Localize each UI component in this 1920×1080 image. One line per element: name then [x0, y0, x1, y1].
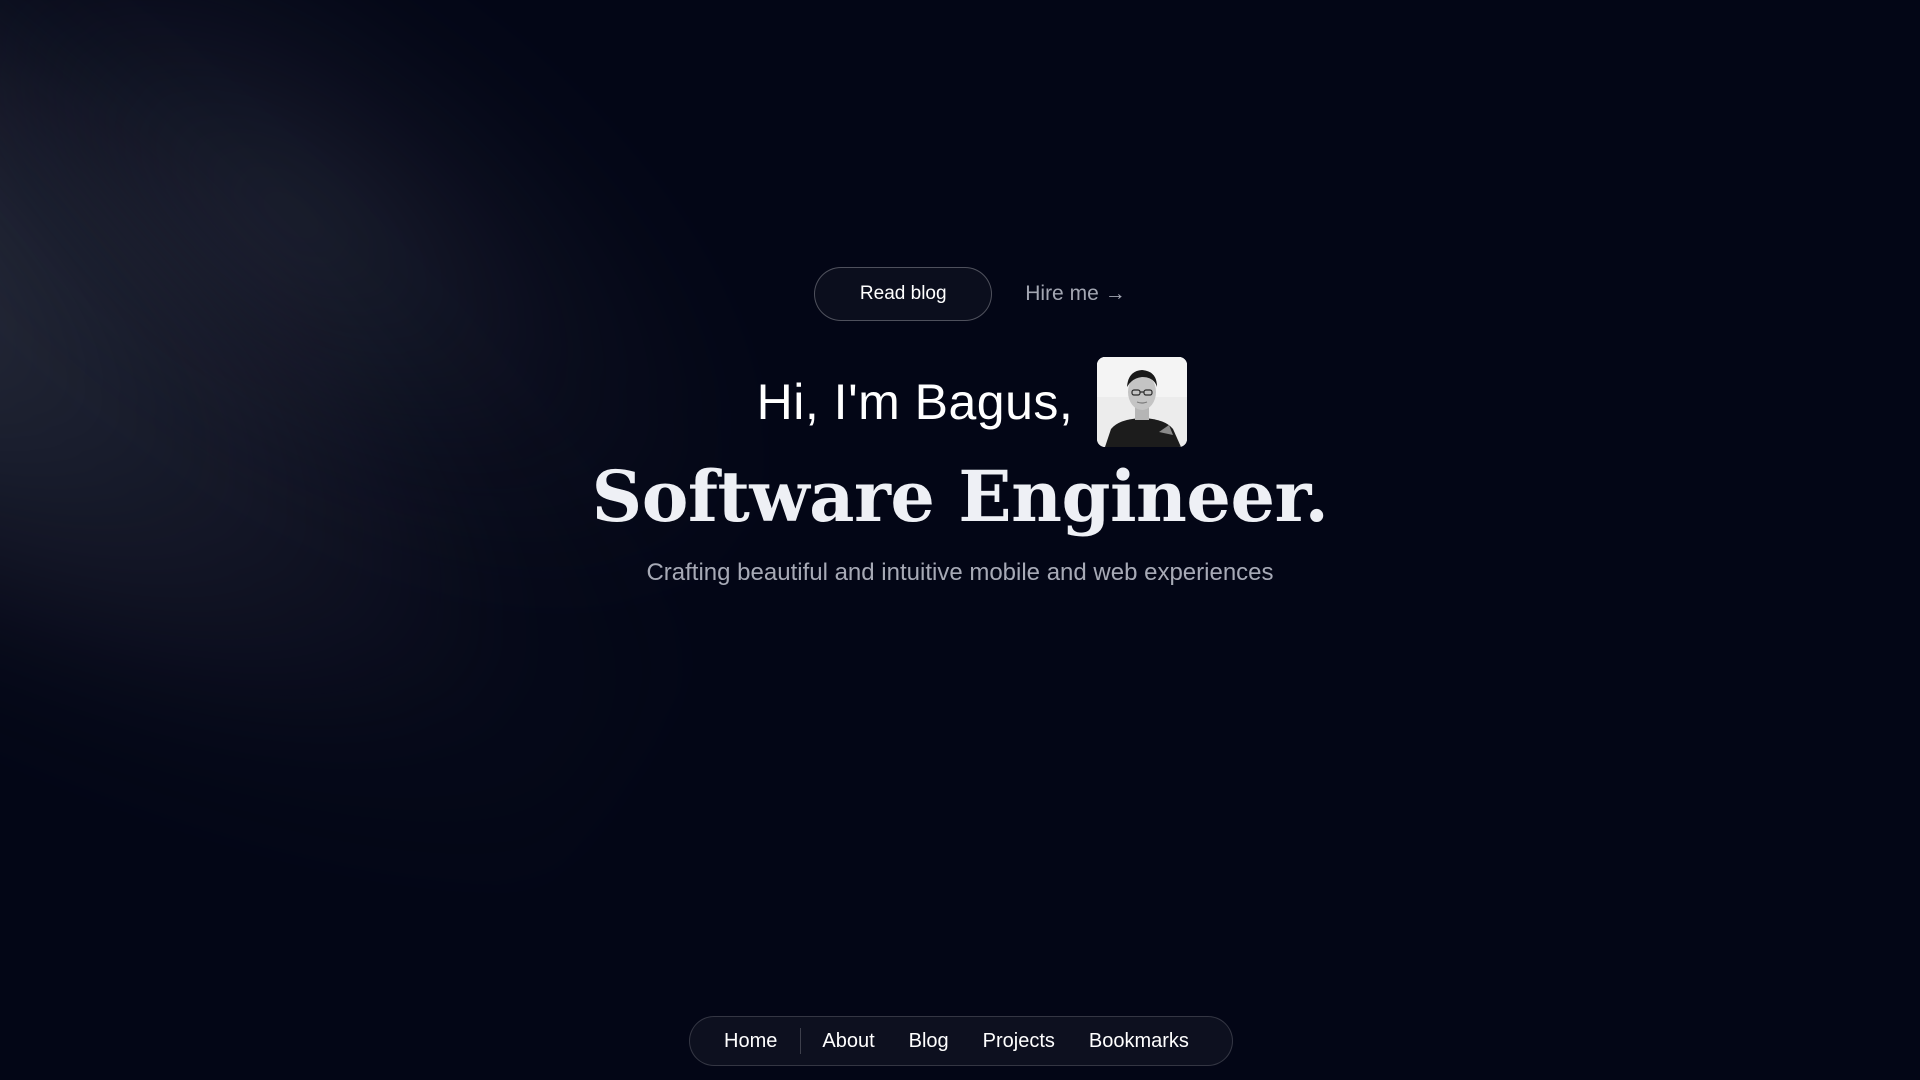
avatar-photo-icon — [1097, 357, 1188, 447]
read-blog-button[interactable]: Read blog — [814, 267, 993, 321]
page: Read blog Hire me → Hi, I'm Bagus, Softw… — [0, 0, 1920, 1080]
read-blog-label: Read blog — [859, 283, 947, 304]
bottom-navigation: Home About Blog Projects Bookmarks — [689, 1016, 1233, 1066]
page-subtitle: Crafting beautiful and intuitive mobile … — [646, 559, 1274, 586]
greeting-row: Hi, I'm Bagus, — [0, 357, 1920, 447]
nav-item-about[interactable]: About — [822, 1030, 874, 1053]
hire-me-link[interactable]: Hire me → — [1025, 282, 1126, 306]
avatar — [1097, 357, 1188, 447]
hire-me-label: Hire me — [1025, 282, 1099, 305]
cta-row: Read blog Hire me → — [0, 267, 1920, 321]
arrow-right-icon: → — [1104, 282, 1126, 305]
nav-item-bookmarks[interactable]: Bookmarks — [1089, 1030, 1189, 1053]
nav-item-home[interactable]: Home — [724, 1030, 777, 1053]
nav-divider — [800, 1028, 802, 1054]
greeting-text: Hi, I'm Bagus, — [756, 374, 1074, 430]
nav-item-projects[interactable]: Projects — [983, 1030, 1055, 1053]
nav-item-blog[interactable]: Blog — [909, 1030, 949, 1053]
page-title: Software Engineer. — [591, 455, 1329, 538]
